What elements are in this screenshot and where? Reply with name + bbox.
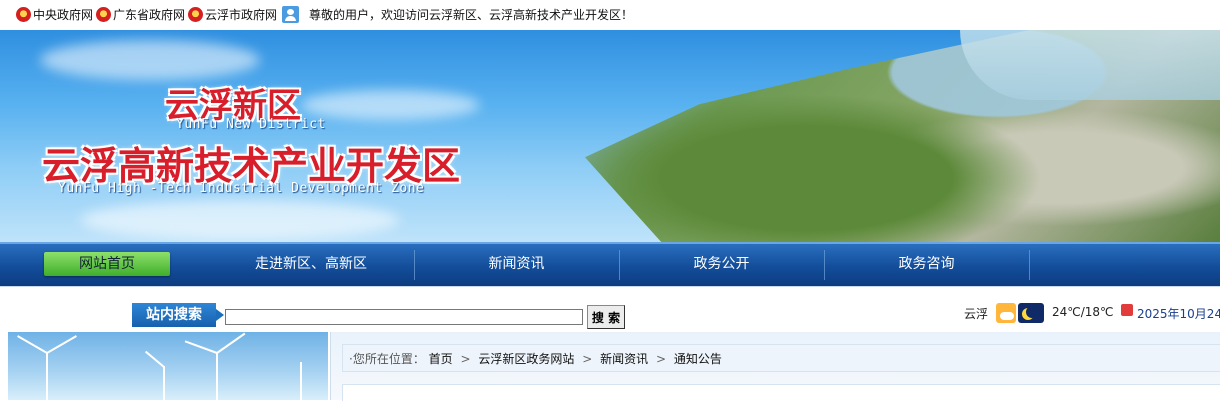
breadcrumb-separator: > — [582, 352, 593, 366]
user-icon — [282, 6, 300, 23]
breadcrumb-news[interactable]: 新闻资讯 — [600, 352, 648, 366]
current-date: 2025年10月24日 — [1137, 307, 1220, 321]
search-label: 站内搜索 — [132, 303, 224, 327]
turbine-tower — [300, 362, 302, 400]
sun-cloud-icon — [996, 303, 1016, 323]
cloud-decoration — [300, 90, 480, 120]
breadcrumb-label: ·您所在位置： — [349, 352, 425, 366]
cloud-decoration — [80, 200, 400, 240]
link-yunfu-gov[interactable]: 云浮市政府网 — [205, 6, 277, 23]
top-bar: 中央政府网 广东省政府网 云浮市政府网 尊敬的用户，欢迎访问云浮新区、云浮高新技… — [0, 0, 1220, 30]
content-panel — [342, 384, 1220, 401]
breadcrumb-separator: > — [460, 352, 471, 366]
moon-icon — [1018, 303, 1044, 323]
nav-item-news[interactable]: 新闻资讯 — [414, 244, 619, 286]
top-links: 中央政府网 广东省政府网 云浮市政府网 尊敬的用户，欢迎访问云浮新区、云浮高新技… — [16, 6, 633, 23]
breadcrumb-site[interactable]: 云浮新区政务网站 — [478, 352, 574, 366]
calendar-icon — [1121, 304, 1133, 316]
breadcrumb-home[interactable]: 首页 — [429, 352, 453, 366]
welcome-text: 尊敬的用户，欢迎访问云浮新区、云浮高新技术产业开发区！ — [309, 8, 634, 22]
national-emblem-icon — [96, 7, 112, 22]
site-banner: 云浮新区 YunFu New District 云浮高新技术产业开发区 YunF… — [0, 30, 1220, 242]
national-emblem-icon — [188, 7, 204, 22]
weather-temperature: 24℃/18℃ — [1052, 305, 1114, 319]
turbine-tower — [46, 352, 48, 400]
national-emblem-icon — [16, 7, 31, 22]
wind-turbine-image — [8, 332, 328, 400]
turbine-blade — [17, 335, 48, 354]
search-bar: 站内搜索 搜 索 云浮 24℃/18℃ 2025年10月24日 — [0, 286, 1220, 331]
nav-separator — [1029, 250, 1030, 280]
nav-item-consult[interactable]: 政务咨询 — [824, 244, 1029, 286]
turbine-tower — [216, 352, 218, 400]
breadcrumb: ·您所在位置： 首页 > 云浮新区政务网站 > 新闻资讯 > 通知公告 — [342, 344, 1220, 372]
nav-item-about[interactable]: 走进新区、高新区 — [208, 244, 414, 286]
link-guangdong-gov[interactable]: 广东省政府网 — [113, 6, 185, 23]
nav-item-home[interactable]: 网站首页 — [44, 252, 170, 276]
river-image — [960, 30, 1220, 100]
turbine-tower — [163, 366, 165, 400]
main-nav: 网站首页 走进新区、高新区 新闻资讯 政务公开 政务咨询 — [0, 242, 1220, 286]
search-input[interactable] — [225, 309, 583, 325]
turbine-blade — [144, 350, 165, 368]
turbine-blade — [216, 332, 246, 354]
breadcrumb-separator: > — [655, 352, 667, 366]
search-button[interactable]: 搜 索 — [587, 305, 625, 329]
weather-city: 云浮 — [964, 307, 989, 321]
nav-item-gov-affairs[interactable]: 政务公开 — [619, 244, 824, 286]
turbine-blade — [46, 335, 77, 354]
cloud-decoration — [40, 40, 260, 80]
banner-title-en: YunFu New District — [176, 117, 326, 132]
breadcrumb-notices[interactable]: 通知公告 — [674, 352, 722, 366]
turbine-blade — [184, 340, 218, 354]
link-central-gov[interactable]: 中央政府网 — [33, 6, 93, 23]
banner-subtitle-en: YunFu High -Tech Industrial Development … — [58, 181, 425, 196]
